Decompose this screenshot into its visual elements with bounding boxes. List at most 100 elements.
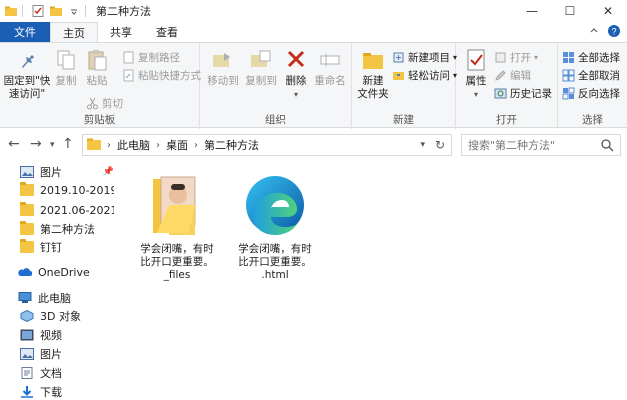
copy-to-button[interactable]: 复制到 <box>244 47 278 88</box>
open-button[interactable]: 打开 ▾ <box>494 49 538 65</box>
copy-to-label: 复制到 <box>245 75 277 87</box>
new-folder-label: 新建 文件夹 <box>357 75 389 100</box>
minimize-button[interactable]: — <box>513 0 551 22</box>
paste-shortcut-button[interactable]: 粘贴快捷方式 <box>122 67 201 83</box>
back-arrow-icon[interactable]: ← <box>8 136 20 152</box>
easy-access-icon <box>392 69 405 82</box>
select-group-label: 选择 <box>582 114 603 126</box>
refresh-icon[interactable]: ↻ <box>435 138 445 152</box>
new-item-icon <box>392 51 405 64</box>
invert-selection-label: 反向选择 <box>578 87 620 100</box>
nav-item-folder-dingtalk[interactable]: 钉钉 <box>20 238 114 256</box>
recent-locations-chevron-icon[interactable]: ▾ <box>50 140 55 150</box>
edit-button[interactable]: 编辑 <box>494 67 531 83</box>
nav-item-videos[interactable]: 视频 <box>20 326 114 344</box>
title-bar: 第二种方法 — ☐ ✕ <box>0 0 627 22</box>
nav-item-folder-2021[interactable]: 2021.06-2021.1 <box>20 201 114 219</box>
new-item-button[interactable]: 新建项目 ▾ <box>392 49 457 65</box>
breadcrumb-desktop[interactable]: 桌面 <box>166 137 188 153</box>
nav-item-label: 2019.10-2019.1 <box>40 183 114 197</box>
onedrive-icon <box>18 266 33 278</box>
properties-check-icon[interactable] <box>31 4 45 18</box>
nav-item-documents[interactable]: 文档 <box>20 364 114 382</box>
paste-shortcut-label: 粘贴快捷方式 <box>138 69 201 82</box>
paste-button[interactable]: 粘贴 <box>82 47 112 88</box>
customize-toolbar-chevron-icon[interactable] <box>67 4 81 18</box>
file-item-files-folder[interactable]: 学会闭嘴，有时 比开口更重要。 _files <box>136 175 218 282</box>
file-name-line3: _files <box>163 269 191 281</box>
folder-icon <box>87 138 101 153</box>
invert-selection-button[interactable]: 反向选择 <box>562 85 620 101</box>
address-history-chevron-icon[interactable]: ▾ <box>420 140 425 150</box>
file-name-line3: .html <box>261 269 289 281</box>
rename-button[interactable]: 重命名 <box>312 47 348 88</box>
folder-icon <box>4 4 18 18</box>
help-icon[interactable]: ? <box>607 24 621 41</box>
clipboard-group-label: 剪贴板 <box>83 114 116 126</box>
cut-button[interactable]: 剪切 <box>86 95 123 111</box>
paste-label: 粘贴 <box>86 75 108 87</box>
new-folder-button[interactable]: 新建 文件夹 <box>356 47 390 101</box>
rename-label: 重命名 <box>314 75 346 87</box>
properties-button[interactable]: 属性 ▾ <box>462 47 490 101</box>
tab-share[interactable]: 共享 <box>98 22 144 42</box>
address-field[interactable]: › 此电脑 › 桌面 › 第二种方法 ▾ ↻ <box>82 134 452 156</box>
nav-item-onedrive[interactable]: OneDrive <box>18 263 112 281</box>
nav-item-this-pc[interactable]: 此电脑 <box>18 289 112 307</box>
nav-item-label: 文档 <box>40 367 62 380</box>
file-list: 学会闭嘴，有时 比开口更重要。 _files 学会闭嘴，有时 比开口更重要。 .… <box>116 161 627 400</box>
delete-button[interactable]: 删除 ▾ <box>282 47 310 101</box>
forward-arrow-icon[interactable]: → <box>30 136 42 152</box>
close-button[interactable]: ✕ <box>589 0 627 22</box>
nav-item-label: 图片 <box>40 348 62 361</box>
tab-file[interactable]: 文件 <box>0 22 50 42</box>
select-all-icon <box>562 51 575 64</box>
open-group-label: 打开 <box>496 114 517 126</box>
easy-access-button[interactable]: 轻松访问 ▾ <box>392 67 457 83</box>
pin-quick-access-button[interactable]: 固定到"快 速访问" <box>2 47 52 101</box>
pictures-icon <box>20 348 34 360</box>
copy-button[interactable]: 复制 <box>52 47 80 88</box>
tab-view[interactable]: 查看 <box>144 22 190 42</box>
downloads-icon <box>20 386 34 398</box>
nav-item-3d-objects[interactable]: 3D 对象 <box>20 307 114 325</box>
up-arrow-icon[interactable]: ↑ <box>62 136 74 152</box>
copy-path-button[interactable]: 复制路径 <box>122 49 180 65</box>
delete-dropdown-chevron-icon[interactable]: ▾ <box>282 88 310 101</box>
select-none-button[interactable]: 全部取消 <box>562 67 620 83</box>
properties-dropdown-chevron-icon[interactable]: ▾ <box>462 88 490 101</box>
svg-text:?: ? <box>611 26 616 36</box>
videos-icon <box>20 329 34 341</box>
nav-item-folder-2019[interactable]: 2019.10-2019.1 <box>20 181 114 199</box>
nav-item-downloads[interactable]: 下载 <box>20 383 114 400</box>
search-input[interactable]: 搜索"第二种方法" <box>461 134 621 156</box>
scissors-icon <box>86 97 99 110</box>
new-group-label: 新建 <box>393 114 414 126</box>
maximize-button[interactable]: ☐ <box>551 0 589 22</box>
breadcrumb-this-pc[interactable]: 此电脑 <box>117 137 150 153</box>
properties-icon <box>463 47 489 73</box>
new-folder-quick-icon[interactable] <box>49 4 63 18</box>
open-chevron-icon: ▾ <box>534 52 539 62</box>
select-all-label: 全部选择 <box>578 51 620 64</box>
tab-home[interactable]: 主页 <box>50 22 98 42</box>
delete-x-icon <box>283 47 309 73</box>
nav-item-folder-method-two[interactable]: 第二种方法 <box>20 220 114 238</box>
history-button[interactable]: 历史记录 <box>494 85 552 101</box>
open-icon <box>494 51 507 64</box>
nav-item-pictures[interactable]: 图片 <box>20 345 114 363</box>
select-all-button[interactable]: 全部选择 <box>562 49 620 65</box>
file-item-html[interactable]: 学会闭嘴，有时 比开口更重要。 .html <box>234 175 316 282</box>
search-icon <box>600 138 614 155</box>
rename-icon <box>317 47 343 73</box>
organize-group-label: 组织 <box>265 114 286 126</box>
collapse-ribbon-chevron-icon[interactable] <box>589 26 599 39</box>
select-group: 全部选择 全部取消 反向选择 选择 <box>558 43 627 129</box>
breadcrumb-current-folder[interactable]: 第二种方法 <box>204 137 259 153</box>
move-to-button[interactable]: 移动到 <box>206 47 240 88</box>
nav-item-pictures-quick[interactable]: 图片 📌 <box>20 163 114 181</box>
window-title: 第二种方法 <box>96 5 151 18</box>
edit-label: 编辑 <box>510 69 531 82</box>
divider <box>22 5 23 17</box>
file-name-line1: 学会闭嘴，有时 <box>238 243 312 255</box>
